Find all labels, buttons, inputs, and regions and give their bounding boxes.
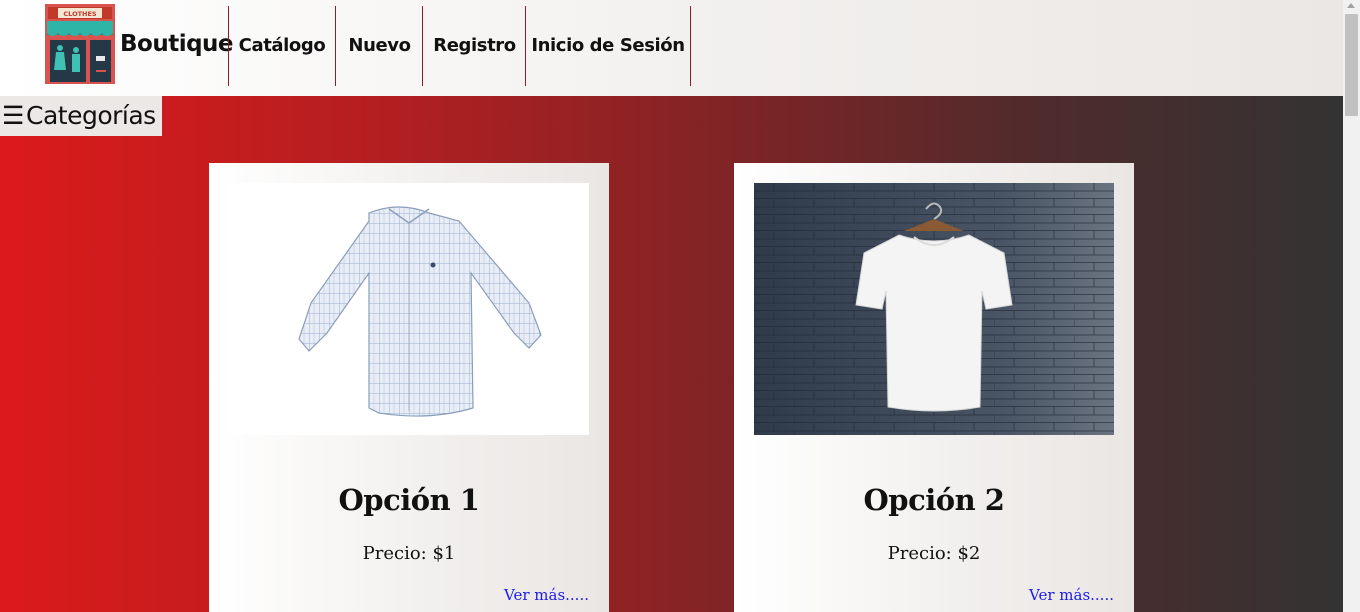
product-card-2: Opción 2 Precio: $2 Ver más..... — [734, 163, 1134, 612]
product-card-1: Opción 1 Precio: $1 Ver más..... — [209, 163, 609, 612]
nav-registro[interactable]: Registro — [422, 6, 526, 86]
categories-button[interactable]: ☰Categorías — [0, 96, 162, 136]
top-navbar: CLOTHES Boutique Catálogo Nuevo Registro… — [0, 0, 1343, 96]
product-price: Precio: $1 — [362, 543, 456, 564]
nav-nuevo[interactable]: Nuevo — [335, 6, 423, 86]
product-price: Precio: $2 — [887, 543, 981, 564]
clothes-store-icon[interactable]: CLOTHES — [44, 4, 116, 84]
hamburger-menu-icon: ☰ — [2, 101, 24, 130]
logo-text: CLOTHES — [63, 10, 97, 18]
see-more-link[interactable]: Ver más..... — [1029, 586, 1114, 604]
scrollbar-thumb[interactable] — [1345, 14, 1358, 116]
vertical-scrollbar[interactable] — [1343, 0, 1360, 612]
white-tshirt-image[interactable] — [754, 183, 1114, 435]
categories-label: Categorías — [26, 101, 156, 130]
nav-inicio-sesion[interactable]: Inicio de Sesión — [525, 6, 691, 86]
scroll-up-arrow-icon[interactable] — [1347, 3, 1355, 8]
see-more-link[interactable]: Ver más..... — [504, 586, 589, 604]
product-title: Opción 2 — [863, 483, 1005, 517]
nav-catalogo[interactable]: Catálogo — [228, 6, 335, 86]
product-title: Opción 1 — [338, 483, 480, 517]
plaid-shirt-image[interactable] — [229, 183, 589, 435]
brand-name[interactable]: Boutique — [120, 31, 234, 57]
catalog-area: ☰Categorías Opción 1 Precio: $1 Ver más.… — [0, 96, 1343, 612]
